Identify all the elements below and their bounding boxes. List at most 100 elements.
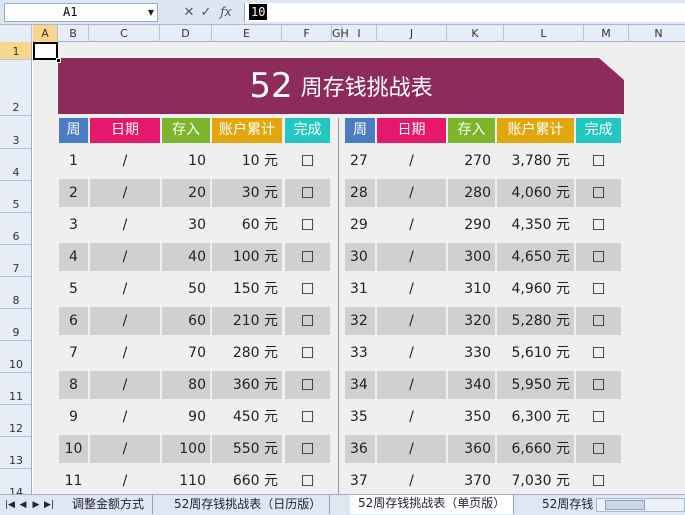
row-header[interactable]: 8 [0, 277, 31, 309]
cell-week: 37 [350, 473, 368, 489]
sheet-tab[interactable]: 52周存钱挑战表（单页版） [350, 495, 515, 514]
cell-total: 4,350 元 [511, 217, 570, 233]
column-header[interactable]: E [212, 25, 282, 42]
first-sheet-icon[interactable]: |◀ [4, 497, 16, 513]
cell-total: 7,030 元 [511, 473, 570, 489]
cell-deposit: 310 [464, 281, 491, 297]
right-header-done: 完成 [576, 118, 621, 143]
checkbox-icon[interactable]: ☐ [576, 435, 621, 463]
cell-deposit: 350 [464, 409, 491, 425]
name-box-dropdown-icon[interactable]: ▼ [144, 3, 158, 22]
cell-deposit: 110 [179, 473, 206, 489]
select-all-corner[interactable] [0, 25, 32, 42]
enter-icon[interactable]: ✓ [199, 3, 213, 22]
title-text: 周存钱挑战表 [300, 76, 433, 101]
checkbox-icon[interactable]: ☐ [576, 339, 621, 367]
column-header[interactable]: I [342, 25, 377, 42]
row-header[interactable]: 4 [0, 149, 31, 181]
row-header[interactable]: 7 [0, 245, 31, 277]
sheet-tab[interactable]: 52周存钱 [534, 495, 594, 514]
cell-date: / [377, 371, 446, 399]
checkbox-icon[interactable]: ☐ [576, 211, 621, 239]
active-cell-a1[interactable] [33, 42, 61, 63]
row-header[interactable]: 12 [0, 405, 31, 437]
column-header[interactable]: J [377, 25, 447, 42]
column-header[interactable]: D [160, 25, 212, 42]
row-header[interactable]: 6 [0, 213, 31, 245]
cell-date: / [90, 179, 160, 207]
row-header[interactable]: 3 [0, 116, 31, 149]
cell-deposit: 20 [162, 179, 210, 207]
cell-date: / [409, 217, 414, 233]
name-box[interactable]: A1 [4, 3, 158, 22]
row-header[interactable]: 9 [0, 309, 31, 341]
checkbox-icon[interactable]: ☐ [576, 179, 621, 207]
column-header[interactable]: K [447, 25, 504, 42]
checkbox-icon[interactable]: ☐ [576, 467, 621, 494]
scrollbar-thumb[interactable] [605, 500, 645, 510]
cell-total: 5,950 元 [497, 371, 574, 399]
column-header[interactable]: GH [332, 25, 349, 42]
checkbox-icon[interactable]: ☐ [285, 147, 330, 175]
checkbox-icon[interactable]: ☐ [576, 307, 621, 335]
formula-input[interactable]: 10 [244, 3, 685, 22]
next-sheet-icon[interactable]: ▶ [30, 497, 42, 513]
cell-total: 280 元 [232, 345, 278, 361]
checkbox-icon[interactable]: ☐ [285, 467, 330, 494]
row-header[interactable]: 14 [0, 469, 31, 494]
cell-date: / [122, 217, 128, 233]
row-header[interactable]: 2 [0, 60, 31, 116]
row-header[interactable]: 1 [0, 42, 31, 60]
checkbox-icon[interactable]: ☐ [285, 243, 330, 271]
sheet-tab[interactable]: 调整金额方式 [64, 495, 154, 514]
checkbox-icon[interactable]: ☐ [285, 179, 330, 207]
insert-function-icon[interactable]: ƒx [217, 3, 235, 22]
checkbox-icon[interactable]: ☐ [285, 403, 330, 431]
formula-bar: A1 ▼ ✕ ✓ ƒx 10 [0, 0, 685, 25]
left-header-deposit: 存入 [162, 118, 210, 143]
left-header-done: 完成 [285, 118, 330, 143]
column-header[interactable]: C [89, 25, 160, 42]
checkbox-icon[interactable]: ☐ [576, 403, 621, 431]
cell-total: 60 元 [241, 217, 278, 233]
row-header[interactable]: 13 [0, 437, 31, 469]
cell-date: / [122, 281, 128, 297]
last-sheet-icon[interactable]: ▶| [43, 497, 55, 513]
checkbox-icon[interactable]: ☐ [285, 275, 330, 303]
column-header[interactable]: L [504, 25, 584, 42]
sheet-tab[interactable]: 52周存钱挑战表（日历版） [166, 495, 331, 514]
cell-deposit: 70 [188, 345, 206, 361]
cell-total: 30 元 [212, 179, 282, 207]
row-header[interactable]: 5 [0, 181, 31, 213]
checkbox-icon[interactable]: ☐ [576, 275, 621, 303]
cell-week: 8 [59, 371, 88, 399]
cell-date: / [90, 243, 160, 271]
cancel-icon[interactable]: ✕ [182, 3, 196, 22]
checkbox-icon[interactable]: ☐ [285, 371, 330, 399]
checkbox-icon[interactable]: ☐ [576, 243, 621, 271]
fill-handle[interactable] [56, 58, 61, 63]
cell-week: 34 [345, 371, 375, 399]
column-header[interactable]: B [58, 25, 89, 42]
cell-deposit: 10 [188, 153, 206, 169]
checkbox-icon[interactable]: ☐ [285, 307, 330, 335]
column-header[interactable]: A [33, 25, 58, 42]
worksheet[interactable]: 52 周存钱挑战表 周日期 存入 账户累计 完成周日期 存入 账户累计 完成 1/10 10 元… [33, 42, 685, 494]
row-header[interactable]: 11 [0, 373, 31, 405]
checkbox-icon[interactable]: ☐ [576, 371, 621, 399]
horizontal-scrollbar[interactable] [596, 498, 685, 512]
column-header[interactable]: F [282, 25, 332, 42]
checkbox-icon[interactable]: ☐ [576, 147, 621, 175]
prev-sheet-icon[interactable]: ◀ [17, 497, 29, 513]
cell-deposit: 290 [464, 217, 491, 233]
right-header-week: 周 [345, 118, 375, 143]
cell-week: 28 [345, 179, 375, 207]
checkbox-icon[interactable]: ☐ [285, 211, 330, 239]
cell-deposit: 270 [464, 153, 491, 169]
checkbox-icon[interactable]: ☐ [285, 339, 330, 367]
column-header[interactable]: N [629, 25, 685, 42]
row-header[interactable]: 10 [0, 341, 31, 373]
checkbox-icon[interactable]: ☐ [285, 435, 330, 463]
cell-week: 30 [345, 243, 375, 271]
column-header[interactable]: M [584, 25, 629, 42]
